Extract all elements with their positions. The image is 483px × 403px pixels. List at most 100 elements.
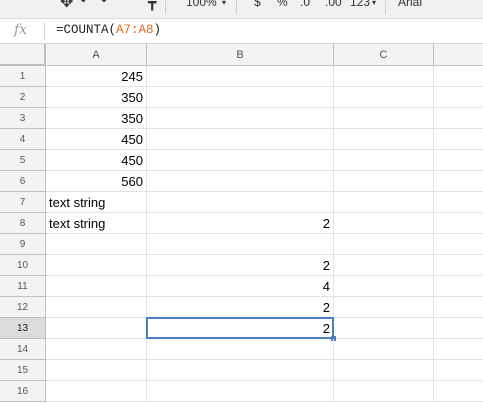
cell-c15[interactable] xyxy=(334,360,434,381)
row-header[interactable]: 11 xyxy=(0,276,46,297)
row-header[interactable]: 5 xyxy=(0,150,46,171)
cell-b14[interactable] xyxy=(147,339,334,360)
font-select[interactable]: Arial xyxy=(398,0,422,9)
fx-icon: fx xyxy=(14,22,28,38)
cell-d4[interactable] xyxy=(434,129,483,150)
formula-input[interactable]: =COUNTA(A7:A8) xyxy=(56,23,161,37)
row-header[interactable]: 12 xyxy=(0,297,46,318)
row-header[interactable]: 2 xyxy=(0,87,46,108)
column-header-c[interactable]: C xyxy=(334,44,434,66)
cell-d8[interactable] xyxy=(434,213,483,234)
cell-d13[interactable] xyxy=(434,318,483,339)
select-all-corner[interactable] xyxy=(0,44,46,66)
cell-a6[interactable]: 560 xyxy=(46,171,147,192)
cell-c8[interactable] xyxy=(334,213,434,234)
cell-d14[interactable] xyxy=(434,339,483,360)
percent-button[interactable]: % xyxy=(277,0,288,9)
cell-c12[interactable] xyxy=(334,297,434,318)
row-header[interactable]: 9 xyxy=(0,234,46,255)
column-header-b[interactable]: B xyxy=(147,44,334,66)
cell-d10[interactable] xyxy=(434,255,483,276)
row-header[interactable]: 6 xyxy=(0,171,46,192)
cell-d11[interactable] xyxy=(434,276,483,297)
cell-d7[interactable] xyxy=(434,192,483,213)
zoom-select[interactable]: 100% xyxy=(186,0,217,9)
cell-a4[interactable]: 450 xyxy=(46,129,147,150)
cell-d16[interactable] xyxy=(434,381,483,402)
row-header[interactable]: 8 xyxy=(0,213,46,234)
row-header[interactable]: 1 xyxy=(0,66,46,87)
cell-c11[interactable] xyxy=(334,276,434,297)
cell-d5[interactable] xyxy=(434,150,483,171)
cell-a8[interactable]: text string xyxy=(46,213,147,234)
column-header-next[interactable] xyxy=(434,44,483,66)
cell-d12[interactable] xyxy=(434,297,483,318)
cell-d9[interactable] xyxy=(434,234,483,255)
cell-b9[interactable] xyxy=(147,234,334,255)
cell-c16[interactable] xyxy=(334,381,434,402)
cell-a11[interactable] xyxy=(46,276,147,297)
cell-a13[interactable] xyxy=(46,318,147,339)
cell-a2[interactable]: 350 xyxy=(46,87,147,108)
cell-d3[interactable] xyxy=(434,108,483,129)
formula-prefix: =COUNTA( xyxy=(56,23,117,37)
cell-a10[interactable] xyxy=(46,255,147,276)
cell-c6[interactable] xyxy=(334,171,434,192)
row-header[interactable]: 7 xyxy=(0,192,46,213)
undo-redo-icon[interactable]: ↶ ↷ xyxy=(80,0,107,9)
row-header[interactable]: 10 xyxy=(0,255,46,276)
cell-a3[interactable]: 350 xyxy=(46,108,147,129)
cell-a16[interactable] xyxy=(46,381,147,402)
cell-c9[interactable] xyxy=(334,234,434,255)
cell-c1[interactable] xyxy=(334,66,434,87)
cell-c5[interactable] xyxy=(334,150,434,171)
cell-b8[interactable]: 2 xyxy=(147,213,334,234)
increase-decimal-button[interactable]: .00 xyxy=(325,0,342,9)
cell-b15[interactable] xyxy=(147,360,334,381)
cell-a15[interactable] xyxy=(46,360,147,381)
row-header[interactable]: 14 xyxy=(0,339,46,360)
cell-b4[interactable] xyxy=(147,129,334,150)
toolbar-divider xyxy=(165,0,166,14)
move-icon[interactable]: ✥ xyxy=(60,0,73,12)
paint-format-icon[interactable]: ┳ xyxy=(148,0,156,11)
decrease-decimal-button[interactable]: .0 xyxy=(300,0,310,9)
row-header[interactable]: 4 xyxy=(0,129,46,150)
currency-button[interactable]: $ xyxy=(254,0,261,9)
cell-c13[interactable] xyxy=(334,318,434,339)
cell-b6[interactable] xyxy=(147,171,334,192)
cell-b2[interactable] xyxy=(147,87,334,108)
row-header[interactable]: 13 xyxy=(0,318,46,339)
more-formats-button[interactable]: 123 xyxy=(350,0,370,9)
row-header[interactable]: 16 xyxy=(0,381,46,402)
formula-bar: fx =COUNTA(A7:A8) xyxy=(0,19,483,44)
cell-b5[interactable] xyxy=(147,150,334,171)
cell-c3[interactable] xyxy=(334,108,434,129)
cell-c10[interactable] xyxy=(334,255,434,276)
cell-b7[interactable] xyxy=(147,192,334,213)
cell-a7[interactable]: text string xyxy=(46,192,147,213)
cell-d1[interactable] xyxy=(434,66,483,87)
cell-a12[interactable] xyxy=(46,297,147,318)
cell-b1[interactable] xyxy=(147,66,334,87)
cell-b11[interactable]: 4 xyxy=(147,276,334,297)
cell-a1[interactable]: 245 xyxy=(46,66,147,87)
column-header-a[interactable]: A xyxy=(46,44,147,66)
cell-a14[interactable] xyxy=(46,339,147,360)
cell-c2[interactable] xyxy=(334,87,434,108)
cell-a5[interactable]: 450 xyxy=(46,150,147,171)
cell-b3[interactable] xyxy=(147,108,334,129)
cell-d6[interactable] xyxy=(434,171,483,192)
cell-c4[interactable] xyxy=(334,129,434,150)
cell-d15[interactable] xyxy=(434,360,483,381)
cell-b12[interactable]: 2 xyxy=(147,297,334,318)
cell-c7[interactable] xyxy=(334,192,434,213)
cell-d2[interactable] xyxy=(434,87,483,108)
cell-b10[interactable]: 2 xyxy=(147,255,334,276)
cell-b16[interactable] xyxy=(147,381,334,402)
toolbar: ✥ ↶ ↷ ┳ 100% ▾ $ % .0 .00 123 ▾ Arial xyxy=(0,0,483,19)
cell-c14[interactable] xyxy=(334,339,434,360)
row-header[interactable]: 15 xyxy=(0,360,46,381)
row-header[interactable]: 3 xyxy=(0,108,46,129)
cell-a9[interactable] xyxy=(46,234,147,255)
